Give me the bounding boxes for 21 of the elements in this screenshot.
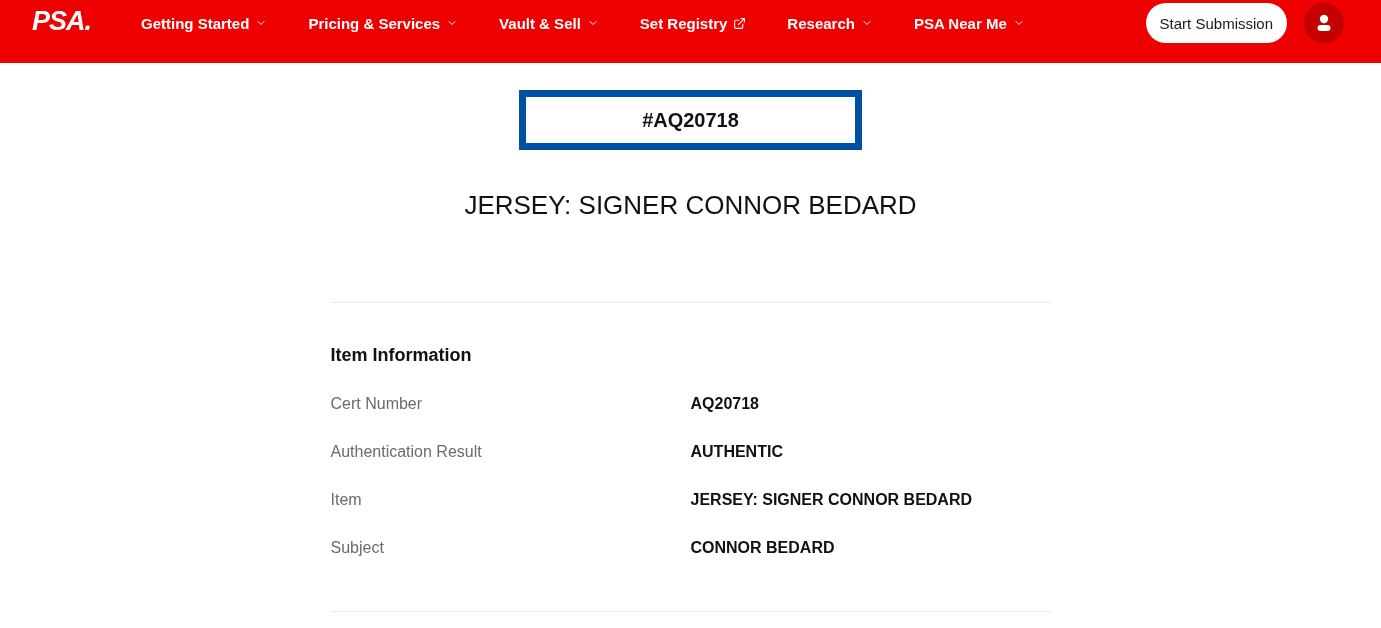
nav-link[interactable]: Pricing & Services [308,14,459,32]
field-label: Cert Number [330,395,424,413]
field-label: Authentication Result [330,443,483,461]
start-submission-button[interactable]: Start Submission [1145,3,1287,43]
field-value: CONNOR BEDARD [690,539,836,557]
nav-link[interactable]: Vault & Sell [499,14,599,32]
external-link-icon [733,16,747,30]
nav-link[interactable]: Research [787,14,873,32]
field-label: Item [330,491,363,509]
logo[interactable]: PSA. [32,5,92,37]
nav-link[interactable]: Getting Started [141,14,268,32]
item-title: JERSEY: SIGNER CONNOR BEDARD [464,190,917,221]
field-value: AQ20718 [690,395,760,413]
nav-link[interactable]: Set Registry [639,14,747,32]
field-value: JERSEY: SIGNER CONNOR BEDARD [690,491,973,509]
section-heading: Item Information [330,344,473,367]
cert-number-badge: #AQ20718 [519,90,862,150]
nav-link[interactable]: PSA Near Me [913,14,1025,32]
field-label: Subject [330,539,385,557]
field-value: AUTHENTIC [690,443,784,461]
user-account-icon[interactable] [1304,3,1344,43]
